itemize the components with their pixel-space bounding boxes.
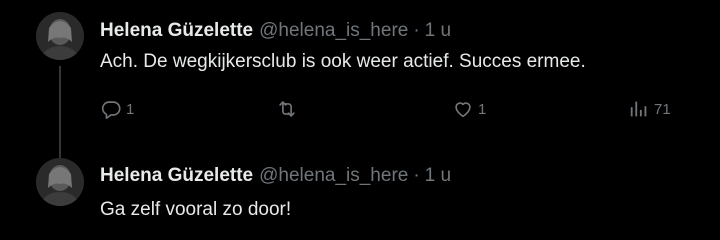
views-button[interactable]: 71 (628, 94, 671, 124)
tweet-header: Helena Güzelette @helena_is_here · 1 u (100, 19, 451, 43)
tweet-text: Ga zelf vooral zo door! (100, 199, 292, 220)
tweet-text: Ach. De wegkijkersclub is ook weer actie… (100, 51, 586, 72)
tweet-actions: 1 1 71 (100, 94, 690, 124)
author-handle[interactable]: @helena_is_here (259, 165, 408, 186)
heart-icon (452, 98, 474, 120)
separator-dot: · (413, 20, 420, 41)
separator-dot: · (413, 165, 420, 186)
like-button[interactable]: 1 (452, 94, 486, 124)
views-chart-icon (628, 98, 650, 120)
tweet-header: Helena Güzelette @helena_is_here · 1 u (100, 164, 451, 188)
author-handle[interactable]: @helena_is_here (259, 20, 408, 41)
author-name[interactable]: Helena Güzelette (100, 165, 253, 186)
timestamp[interactable]: 1 u (425, 165, 451, 186)
author-name[interactable]: Helena Güzelette (100, 20, 253, 41)
tweet[interactable]: Helena Güzelette @helena_is_here · 1 u Ach.… (0, 0, 720, 158)
avatar[interactable] (36, 12, 84, 60)
thread-connector-line (59, 66, 61, 158)
view-count: 71 (654, 100, 671, 118)
reply-button[interactable]: 1 (100, 94, 134, 124)
avatar-image (36, 12, 84, 60)
like-count: 1 (478, 100, 487, 118)
avatar-image (36, 158, 84, 206)
tweet[interactable]: Helena Güzelette @helena_is_here · 1 u Ga z… (0, 150, 720, 240)
reply-icon (100, 98, 122, 120)
reply-count: 1 (126, 100, 135, 118)
avatar[interactable] (36, 158, 84, 206)
retweet-icon (275, 98, 299, 120)
retweet-button[interactable] (275, 94, 303, 124)
timestamp[interactable]: 1 u (425, 20, 451, 41)
